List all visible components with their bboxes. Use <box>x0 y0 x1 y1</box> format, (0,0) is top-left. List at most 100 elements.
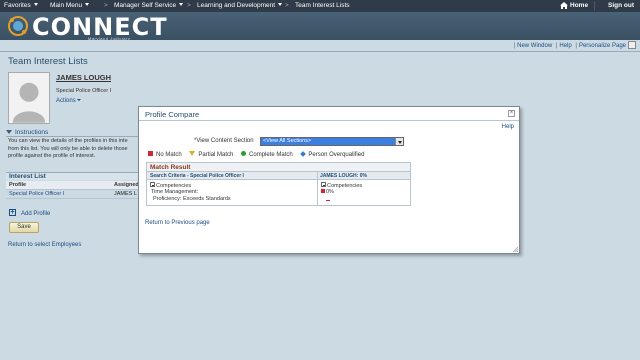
legend-label: No Match <box>156 152 182 158</box>
top-nav-bar: Favorites Main Menu > Manager Self Servi… <box>0 0 640 12</box>
match-result-grid: Match Result Search Criteria - Special P… <box>146 162 411 206</box>
nav-manager-self-service-label: Manager Self Service <box>114 2 177 9</box>
home-link[interactable]: Home <box>570 2 588 9</box>
instructions-line: from this list. You will only be able to… <box>8 145 128 152</box>
legend-partial-match: Partial Match <box>189 151 233 158</box>
no-match-dash <box>326 200 330 201</box>
profile-compare-modal: Profile Compare × Help *View Content Sec… <box>138 106 520 254</box>
table-row: Special Police Officer I JAMES L <box>6 190 138 199</box>
percent-value: 0% <box>326 189 334 195</box>
chevron-down-icon <box>278 3 283 6</box>
page-options-icon[interactable] <box>628 41 636 49</box>
link-divider: | <box>575 43 577 49</box>
column-header-assigned[interactable]: Assigned <box>114 181 138 189</box>
chevron-down-icon <box>33 3 38 6</box>
return-to-employees-link[interactable]: Return to select Employees <box>8 242 81 248</box>
instructions-line: profile against the profile of interest. <box>8 153 96 159</box>
collapse-icon <box>150 182 155 187</box>
divider <box>0 51 640 52</box>
nav-favorites-label: Favorites <box>4 2 31 9</box>
profile-link[interactable]: Special Police Officer I <box>9 190 64 198</box>
instructions-heading: Instructions <box>15 129 49 136</box>
collapse-icon <box>6 130 12 134</box>
personalize-page-link[interactable]: Personalize Page <box>579 43 626 49</box>
chevron-down-icon <box>85 3 90 6</box>
actions-label: Actions <box>56 98 76 104</box>
nav-favorites[interactable]: Favorites <box>4 2 38 9</box>
legend-overqualified: Person Overqualified <box>300 151 365 158</box>
divider <box>6 136 138 137</box>
legend-label: Partial Match <box>198 152 234 158</box>
interest-list-heading: Interest List <box>6 172 138 180</box>
section-toggle-left[interactable]: Competencies <box>150 182 191 189</box>
save-button[interactable]: Save <box>9 222 39 233</box>
interest-list-table: Profile Assigned Special Police Officer … <box>6 181 138 199</box>
instructions-toggle[interactable]: Instructions <box>6 129 48 136</box>
no-match-icon <box>148 151 153 156</box>
logo-icon <box>8 16 28 36</box>
nav-manager-self-service[interactable]: Manager Self Service <box>114 2 184 9</box>
resize-grip-icon[interactable] <box>512 246 518 252</box>
section-toggle-right[interactable]: Competencies <box>321 182 362 189</box>
employee-title: Special Police Officer I <box>56 88 112 94</box>
link-divider: | <box>555 43 558 49</box>
proficiency-text: Proficiency: Exceeds Standards <box>153 196 231 202</box>
match-percent: 0% <box>321 189 334 195</box>
view-content-section-select[interactable]: <View All Sections> <box>260 137 404 146</box>
table-header-row: Profile Assigned <box>6 181 138 190</box>
match-result-heading: Match Result <box>147 163 410 172</box>
view-content-section-label: *View Content Section <box>194 138 254 144</box>
logo-subtitle: Maryland Judiciary <box>88 36 131 41</box>
partial-match-icon <box>189 151 196 156</box>
instructions-line: You can view the details of the profiles… <box>8 138 128 144</box>
nav-divider <box>594 1 595 11</box>
complete-match-icon <box>241 151 247 156</box>
column-header-profile[interactable]: Profile <box>9 181 26 189</box>
column-header-person: JAMES LOUGH: 0% <box>320 173 367 179</box>
banner: CONNECT Maryland Judiciary <box>0 12 640 41</box>
page-title: Team Interest Lists <box>8 56 88 67</box>
chevron-down-icon <box>179 3 184 6</box>
nav-learning-development-label: Learning and Development <box>197 2 276 9</box>
new-window-link[interactable]: New Window <box>517 43 552 49</box>
add-icon[interactable]: + <box>9 209 16 216</box>
nav-main-menu-label: Main Menu <box>50 2 83 9</box>
column-divider <box>317 172 318 205</box>
actions-menu[interactable]: Actions <box>56 98 81 104</box>
nav-main-menu[interactable]: Main Menu <box>50 2 90 9</box>
overqualified-icon <box>300 151 307 157</box>
close-icon[interactable]: × <box>508 110 515 117</box>
avatar-icon <box>8 72 50 124</box>
add-profile-link[interactable]: Add Profile <box>21 211 50 217</box>
home-icon[interactable] <box>560 2 568 9</box>
legend-no-match: No Match <box>148 151 182 158</box>
assigned-cell: JAMES L <box>114 191 137 197</box>
link-divider: | <box>513 43 516 49</box>
chevron-down-icon <box>76 99 81 101</box>
sign-out-link[interactable]: Sign out <box>608 2 634 9</box>
instructions-text: You can view the details of the profiles… <box>8 138 138 161</box>
page-links: | New Window | Help | Personalize Page <box>512 43 626 49</box>
divider <box>139 120 519 121</box>
no-match-icon <box>321 189 325 193</box>
select-value: <View All Sections> <box>263 138 312 144</box>
legend-label: Person Overqualified <box>308 152 365 158</box>
help-link[interactable]: Help <box>559 43 571 49</box>
employee-name[interactable]: JAMES LOUGH <box>56 73 111 82</box>
nav-learning-development[interactable]: Learning and Development <box>197 2 283 9</box>
modal-help-link[interactable]: Help <box>502 124 514 130</box>
nav-team-interest-lists[interactable]: Team Interest Lists <box>295 2 350 9</box>
column-header-search-criteria: Search Criteria - Special Police Officer… <box>150 173 244 179</box>
dropdown-icon[interactable] <box>395 138 403 145</box>
modal-title: Profile Compare <box>145 110 200 119</box>
breadcrumb-separator: > <box>187 2 191 9</box>
return-to-previous-link[interactable]: Return to Previous page <box>145 220 210 226</box>
legend-label: Complete Match <box>249 152 293 158</box>
breadcrumb-separator: > <box>285 2 289 9</box>
match-result-column-headers: Search Criteria - Special Police Officer… <box>147 172 410 180</box>
competency-item: Time Management: <box>151 189 199 195</box>
breadcrumb-separator: > <box>104 2 108 9</box>
collapse-icon <box>321 182 326 187</box>
legend: No Match Partial Match Complete Match Pe… <box>148 151 370 158</box>
legend-complete-match: Complete Match <box>241 151 293 158</box>
